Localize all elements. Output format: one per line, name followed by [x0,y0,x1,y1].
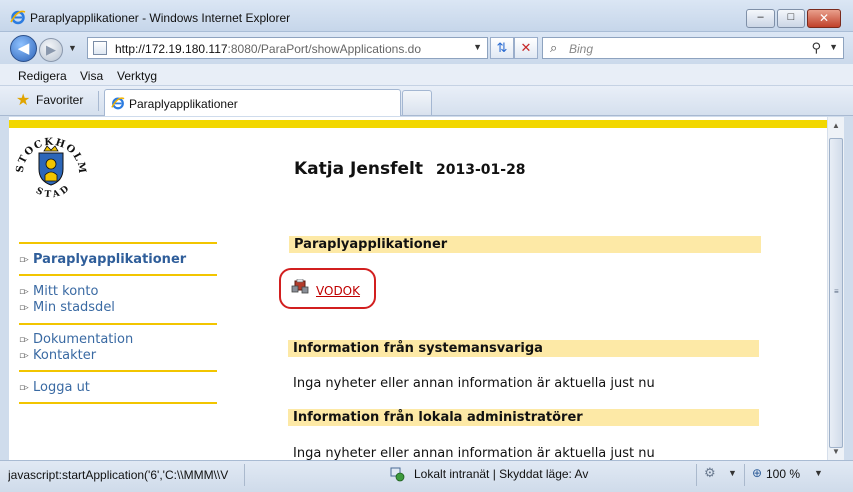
current-date: 2013-01-28 [436,162,526,178]
nav-bullet-icon: ▫▹ [19,302,29,313]
window-frame [844,117,853,460]
history-dropdown-icon[interactable]: ▼ [68,43,77,53]
favorites-bar: ★ Favoriter Paraplyapplikationer [0,86,853,116]
close-button[interactable]: ✕ [807,9,841,28]
search-placeholder[interactable]: Bing [569,42,593,56]
divider [98,91,99,111]
vertical-scrollbar[interactable]: ▲ ≡ ▼ [827,117,844,460]
maximize-icon: □ [787,11,795,23]
bing-search-icon: ⌕ [550,40,558,55]
nav-bullet-icon: ▫▹ [19,334,29,345]
divider [244,464,245,486]
window-title: Paraplyapplikationer - Windows Internet … [30,11,291,25]
zoom-icon[interactable]: ⊕ [752,466,762,480]
grip-icon: ≡ [834,287,839,296]
svg-text:STAD: STAD [34,182,73,200]
forward-button[interactable]: ▶ [39,38,63,62]
protected-mode-icon[interactable]: ⚙ [704,465,716,481]
navigation-bar: ◀ ▶ ▼ http://172.19.180.117:8080/ParaPor… [0,32,853,64]
system-info-text: Inga nyheter eller annan information är … [293,376,655,391]
page-content: STOCKHOLMS STAD Katja Jensfelt 2013-01-2… [9,117,827,460]
forward-arrow-icon: ▶ [46,42,56,57]
new-tab-button[interactable] [402,90,432,115]
top-accent-bar [9,120,827,128]
nav-divider [19,402,217,404]
application-icon[interactable] [290,279,310,295]
scroll-thumb[interactable]: ≡ [829,138,843,448]
section-header-system: Information från systemansvariga [288,340,759,357]
nav-divider [19,370,217,372]
nav-bullet-icon: ▫▹ [19,382,29,393]
chevron-down-icon[interactable]: ▼ [728,468,737,478]
scroll-up-icon[interactable]: ▲ [828,117,844,134]
minimize-button[interactable]: – [746,9,775,28]
favorites-button[interactable]: ★ Favoriter [12,90,91,112]
status-bar: javascript:startApplication('6','C:\\MMM… [0,460,853,492]
local-info-text: Inga nyheter eller annan information är … [293,446,655,460]
star-icon: ★ [16,92,31,109]
nav-bullet-icon: ▫▹ [19,254,29,265]
back-button[interactable]: ◀ [10,35,37,62]
stop-icon: ✕ [520,40,532,55]
nav-divider [19,242,217,244]
user-name: Katja Jensfelt [294,159,423,179]
zoom-level[interactable]: 100 % [766,467,800,481]
ie-logo-icon [10,10,26,25]
nav-divider [19,274,217,276]
address-bar[interactable]: http://172.19.180.117:8080/ParaPort/show… [87,37,488,59]
vodok-link[interactable]: VODOK [316,284,360,298]
scroll-down-icon[interactable]: ▼ [828,443,844,460]
nav-bullet-icon: ▫▹ [19,350,29,361]
status-link-text: javascript:startApplication('6','C:\\MMM… [8,468,229,482]
menu-redigera[interactable]: Redigera [18,69,67,83]
intranet-zone-icon[interactable] [389,466,405,482]
tab-label: Paraplyapplikationer [129,97,238,111]
maximize-button[interactable]: □ [777,9,805,28]
zoom-dropdown-icon[interactable]: ▼ [814,468,823,478]
section-header-apps: Paraplyapplikationer [289,236,761,253]
page-icon [93,41,107,55]
address-url[interactable]: http://172.19.180.117:8080/ParaPort/show… [115,42,421,56]
back-arrow-icon: ◀ [17,40,30,57]
menu-verktyg[interactable]: Verktyg [117,69,157,83]
nav-bullet-icon: ▫▹ [19,286,29,297]
security-zone-text: Lokalt intranät | Skyddat läge: Av [414,467,589,481]
divider [696,464,697,486]
nav-item-paraplyapplikationer[interactable]: ▫▹ Paraplyapplikationer [19,252,186,268]
vodok-highlight: VODOK [279,268,376,309]
favorites-label: Favoriter [36,93,84,107]
divider [744,464,745,486]
minimize-icon: – [757,11,764,23]
search-dropdown-icon[interactable]: ▼ [829,42,838,52]
refresh-icon: ⇅ [496,40,508,55]
search-icon[interactable]: ⚲ [811,40,821,56]
title-bar: Paraplyapplikationer - Windows Internet … [0,0,853,32]
nav-divider [19,323,217,325]
address-dropdown-icon[interactable]: ▼ [473,42,482,52]
nav-item-min-stadsdel[interactable]: ▫▹ Min stadsdel [19,300,115,316]
stockholm-logo: STOCKHOLMS STAD [15,133,86,201]
tab-paraplyapplikationer[interactable]: Paraplyapplikationer [104,89,401,116]
nav-item-kontakter[interactable]: ▫▹ Kontakter [19,348,96,364]
nav-item-dokumentation[interactable]: ▫▹ Dokumentation [19,332,133,348]
close-icon: ✕ [818,11,830,25]
nav-item-mitt-konto[interactable]: ▫▹ Mitt konto [19,284,98,300]
section-header-local: Information från lokala administratörer [288,409,759,426]
search-box[interactable]: ⌕ Bing ⚲ ▼ [542,37,844,59]
menu-visa[interactable]: Visa [80,69,103,83]
menu-bar: Redigera Visa Verktyg [0,64,853,86]
ie-logo-icon [111,97,125,110]
refresh-button[interactable]: ⇅ [490,37,514,59]
nav-item-logga-ut[interactable]: ▫▹ Logga ut [19,380,90,396]
stop-button[interactable]: ✕ [514,37,538,59]
